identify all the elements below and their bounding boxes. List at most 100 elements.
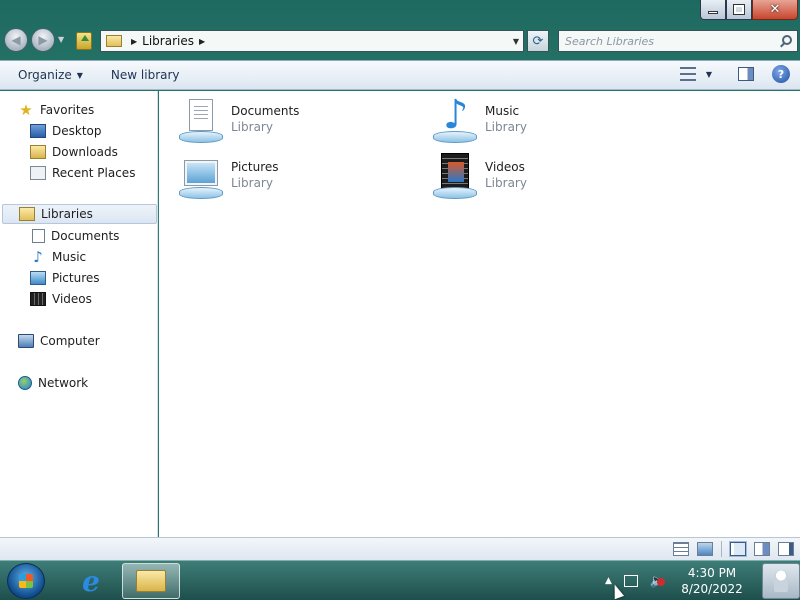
close-icon: ✕ <box>769 2 781 17</box>
status-bar <box>0 537 800 560</box>
breadcrumb-libraries[interactable]: Libraries <box>142 34 194 48</box>
breadcrumb-separator-icon[interactable]: ▶ <box>131 37 137 46</box>
preview-pane-layout-icon[interactable] <box>778 542 794 556</box>
network-status-icon[interactable] <box>623 575 638 587</box>
taskbar-clock[interactable]: 4:30 PM 8/20/2022 <box>674 565 750 597</box>
details-pane-layout-icon[interactable] <box>754 542 770 556</box>
navigation-row: ◀ ▶ ▼ ▶ Libraries ▶ ▼ ⟳ <box>0 26 800 56</box>
clock-date: 8/20/2022 <box>681 582 743 596</box>
nav-music[interactable]: ♪ Music <box>30 247 86 267</box>
view-options-dropdown-icon[interactable]: ▼ <box>706 70 712 79</box>
nav-libraries[interactable]: Libraries <box>2 204 157 224</box>
videos-library-icon <box>431 153 479 201</box>
preview-pane-icon[interactable] <box>738 67 754 81</box>
volume-muted-icon[interactable]: 🔈 <box>650 574 666 589</box>
user-avatar-icon[interactable] <box>762 563 800 599</box>
large-icons-view-icon[interactable] <box>697 542 713 556</box>
refresh-icon: ⟳ <box>532 33 544 49</box>
search-box[interactable] <box>558 30 798 52</box>
tile-name: Videos <box>485 160 525 174</box>
recent-pages-dropdown[interactable]: ▼ <box>58 35 64 44</box>
nav-network[interactable]: Network <box>18 373 88 393</box>
nav-label: Documents <box>51 229 120 243</box>
library-tile-pictures[interactable]: Pictures Library <box>177 153 397 201</box>
help-icon[interactable]: ? <box>772 65 790 83</box>
documents-icon <box>32 229 45 243</box>
tile-name: Documents <box>231 104 300 118</box>
minimize-button[interactable] <box>700 0 726 20</box>
nav-pictures[interactable]: Pictures <box>30 268 100 288</box>
forward-button[interactable]: ▶ <box>31 28 55 52</box>
library-tile-music[interactable]: ♪ Music Library <box>431 95 651 145</box>
libraries-folder-icon <box>106 35 122 47</box>
star-icon: ★ <box>19 101 33 119</box>
computer-icon <box>18 334 34 348</box>
back-arrow-icon: ◀ <box>11 33 21 47</box>
music-library-icon: ♪ <box>431 95 479 145</box>
nav-label: Downloads <box>52 145 118 159</box>
recent-places-icon <box>30 166 46 180</box>
nav-label: Videos <box>52 292 92 306</box>
address-bar[interactable]: ▶ Libraries ▶ ▼ <box>100 30 524 52</box>
status-bar-view-controls <box>673 541 794 557</box>
minimize-icon <box>708 11 718 14</box>
change-view-icon[interactable] <box>679 67 696 81</box>
tile-type: Library <box>231 120 273 134</box>
maximize-button[interactable] <box>726 0 752 20</box>
new-library-button[interactable]: New library <box>101 68 190 82</box>
clock-time: 4:30 PM <box>687 566 737 580</box>
close-button[interactable]: ✕ <box>752 0 798 20</box>
documents-library-icon <box>177 97 225 145</box>
nav-computer[interactable]: Computer <box>18 331 100 351</box>
file-list: Documents Library ♪ Music Library Pictur… <box>159 91 800 537</box>
taskbar: e ▲ 🔈 4:30 PM 8/20/2022 <box>0 560 800 600</box>
nav-downloads[interactable]: Downloads <box>30 142 118 162</box>
taskbar-internet-explorer[interactable]: e <box>62 563 120 599</box>
nav-label: Desktop <box>52 124 102 138</box>
back-button[interactable]: ◀ <box>4 28 28 52</box>
videos-icon <box>30 292 46 306</box>
command-bar: Organize ▼ New library ▼ ? <box>0 60 800 90</box>
taskbar-windows-explorer[interactable] <box>122 563 180 599</box>
navigation-pane-layout-icon[interactable] <box>729 541 747 557</box>
nav-desktop[interactable]: Desktop <box>30 121 102 141</box>
search-input[interactable] <box>565 34 770 48</box>
up-folder-icon[interactable] <box>76 32 92 50</box>
organize-label: Organize <box>18 68 72 82</box>
library-tile-videos[interactable]: Videos Library <box>431 153 651 201</box>
search-icon[interactable] <box>782 35 792 45</box>
new-library-label: New library <box>110 68 180 82</box>
caption-buttons: ✕ <box>700 0 798 20</box>
libraries-icon <box>19 207 35 221</box>
desktop-icon <box>30 124 46 138</box>
nav-label: Libraries <box>41 207 93 221</box>
nav-documents[interactable]: Documents <box>30 226 119 246</box>
organize-menu-button[interactable]: Organize ▼ <box>8 68 93 82</box>
tile-type: Library <box>485 120 527 134</box>
divider <box>721 541 722 557</box>
nav-label: Network <box>38 376 89 390</box>
start-button[interactable] <box>7 563 45 599</box>
nav-favorites[interactable]: ★ Favorites <box>18 100 94 120</box>
nav-videos[interactable]: Videos <box>30 289 92 309</box>
navigation-pane: ★ Favorites Desktop Downloads Recent Pla… <box>0 91 158 537</box>
command-bar-right: ▼ ? <box>679 65 790 83</box>
music-icon: ♪ <box>33 248 43 266</box>
nav-label: Pictures <box>52 271 100 285</box>
refresh-button[interactable]: ⟳ <box>527 30 549 52</box>
libraries-folder-icon <box>136 570 166 592</box>
internet-explorer-icon: e <box>82 564 100 598</box>
library-tile-documents[interactable]: Documents Library <box>177 97 397 145</box>
downloads-folder-icon <box>30 145 46 159</box>
nav-label: Favorites <box>40 103 95 117</box>
details-view-icon[interactable] <box>673 542 689 556</box>
tile-type: Library <box>485 176 527 190</box>
nav-recent-places[interactable]: Recent Places <box>30 163 135 183</box>
address-dropdown-icon[interactable]: ▼ <box>509 37 523 46</box>
nav-label: Computer <box>40 334 100 348</box>
maximize-icon <box>733 4 745 15</box>
breadcrumb-separator-icon[interactable]: ▶ <box>199 37 205 46</box>
pictures-library-icon <box>177 153 225 201</box>
forward-arrow-icon: ▶ <box>38 33 48 47</box>
nav-label: Music <box>52 250 87 264</box>
